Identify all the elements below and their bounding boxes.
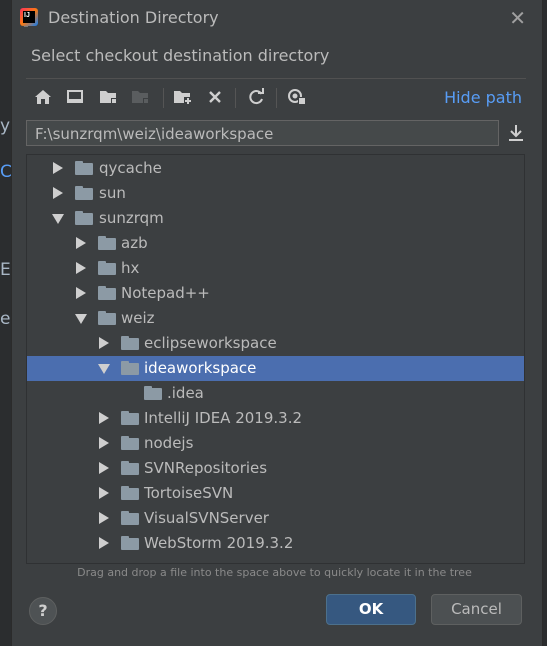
folder-icon: [75, 161, 93, 175]
ok-button[interactable]: OK: [326, 594, 416, 625]
folder-icon: [121, 486, 139, 500]
tree-row[interactable]: nodejs: [27, 431, 524, 456]
expand-arrow-icon[interactable]: [99, 412, 109, 424]
show-hidden-icon[interactable]: [286, 86, 308, 108]
directory-tree[interactable]: qycache sun sunzrqm azb hx Notepad++ wei…: [26, 154, 525, 564]
background-window-text: y: [0, 116, 11, 136]
intellij-app-icon: IJ _: [20, 8, 38, 28]
tree-row[interactable]: IntelliJ IDEA 2019.3.2: [27, 406, 524, 431]
tree-row-label: hx: [121, 259, 140, 277]
folder-icon: [98, 236, 116, 250]
tree-row[interactable]: Notepad++: [27, 281, 524, 306]
collapse-arrow-icon[interactable]: [75, 314, 87, 324]
folder-icon: [121, 461, 139, 475]
folder-icon: [121, 511, 139, 525]
refresh-icon[interactable]: [245, 86, 267, 108]
tree-row-label: VisualSVNServer: [144, 509, 269, 527]
tree-row-label: WebStorm 2019.3.2: [144, 534, 294, 552]
tree-row-label: SVNRepositories: [144, 459, 268, 477]
folder-icon: [75, 186, 93, 200]
folder-icon: [121, 436, 139, 450]
file-chooser-toolbar: Hide path: [26, 86, 526, 110]
folder-icon: [75, 211, 93, 225]
new-folder-icon[interactable]: [172, 86, 194, 108]
folder-icon: [98, 261, 116, 275]
tree-row[interactable]: sunzrqm: [27, 206, 524, 231]
tree-row[interactable]: eclipseworkspace: [27, 331, 524, 356]
tree-row[interactable]: .idea: [27, 381, 524, 406]
folder-icon: [121, 361, 139, 375]
expand-arrow-icon[interactable]: [99, 462, 109, 474]
expand-arrow-icon[interactable]: [76, 287, 86, 299]
expand-arrow-icon[interactable]: [76, 237, 86, 249]
expand-arrow-icon[interactable]: [53, 162, 63, 174]
expand-arrow-icon[interactable]: [99, 487, 109, 499]
divider: [26, 78, 526, 79]
tree-row[interactable]: WebStorm 2019.3.2: [27, 531, 524, 556]
tree-row[interactable]: SVNRepositories: [27, 456, 524, 481]
tree-row[interactable]: hx: [27, 256, 524, 281]
tree-row-label: Notepad++: [121, 284, 210, 302]
delete-icon[interactable]: [204, 86, 226, 108]
path-input[interactable]: F:\sunzrqm\weiz\ideaworkspace: [26, 120, 499, 146]
tree-row-label: qycache: [99, 159, 162, 177]
collapse-arrow-icon[interactable]: [52, 214, 64, 224]
module-folder-icon: [130, 86, 152, 108]
toolbar-separator: [276, 88, 277, 108]
desktop-icon[interactable]: [64, 86, 86, 108]
dialog-title: Destination Directory: [48, 8, 219, 27]
tree-row-label: sun: [99, 184, 126, 202]
tree-row-label: weiz: [121, 309, 155, 327]
tree-row-label: sunzrqm: [99, 209, 164, 227]
tree-row[interactable]: weiz: [27, 306, 524, 331]
help-button[interactable]: ?: [29, 597, 57, 625]
toolbar-separator: [235, 88, 236, 108]
tree-row-label: IntelliJ IDEA 2019.3.2: [144, 409, 303, 427]
tree-row-label: eclipseworkspace: [144, 334, 277, 352]
expand-arrow-icon[interactable]: [99, 512, 109, 524]
expand-arrow-icon[interactable]: [99, 437, 109, 449]
download-icon[interactable]: [507, 124, 525, 146]
tree-row-label: nodejs: [144, 434, 194, 452]
tree-row[interactable]: TortoiseSVN: [27, 481, 524, 506]
hide-path-link[interactable]: Hide path: [444, 88, 522, 107]
tree-row-label: azb: [121, 234, 148, 252]
tree-row[interactable]: sun: [27, 181, 524, 206]
background-window-text: E: [0, 260, 11, 280]
home-icon[interactable]: [32, 86, 54, 108]
tree-row-label: TortoiseSVN: [144, 484, 234, 502]
folder-icon: [121, 411, 139, 425]
folder-icon: [98, 286, 116, 300]
collapse-arrow-icon[interactable]: [98, 364, 110, 374]
folder-icon: [121, 536, 139, 550]
expand-arrow-icon[interactable]: [53, 187, 63, 199]
expand-arrow-icon[interactable]: [76, 262, 86, 274]
drag-drop-hint: Drag and drop a file into the space abov…: [77, 566, 472, 579]
title-bar: IJ _ Destination Directory ✕: [12, 0, 542, 36]
tree-row[interactable]: VisualSVNServer: [27, 506, 524, 531]
destination-directory-dialog: IJ _ Destination Directory ✕ Select check…: [11, 0, 543, 646]
expand-arrow-icon[interactable]: [99, 337, 109, 349]
cancel-button[interactable]: Cancel: [431, 594, 522, 625]
folder-icon: [98, 311, 116, 325]
tree-row-label: .idea: [167, 384, 204, 402]
tree-row-selected[interactable]: ideaworkspace: [27, 356, 524, 381]
tree-row[interactable]: qycache: [27, 156, 524, 181]
project-folder-icon[interactable]: [98, 86, 120, 108]
tree-row-label: ideaworkspace: [144, 359, 257, 377]
tree-row[interactable]: azb: [27, 231, 524, 256]
folder-icon: [121, 336, 139, 350]
expand-arrow-icon[interactable]: [99, 537, 109, 549]
dialog-subtitle: Select checkout destination directory: [31, 46, 330, 65]
background-window-text: e: [0, 309, 11, 329]
close-icon[interactable]: ✕: [509, 6, 526, 30]
folder-icon: [144, 386, 162, 400]
toolbar-separator: [163, 88, 164, 108]
